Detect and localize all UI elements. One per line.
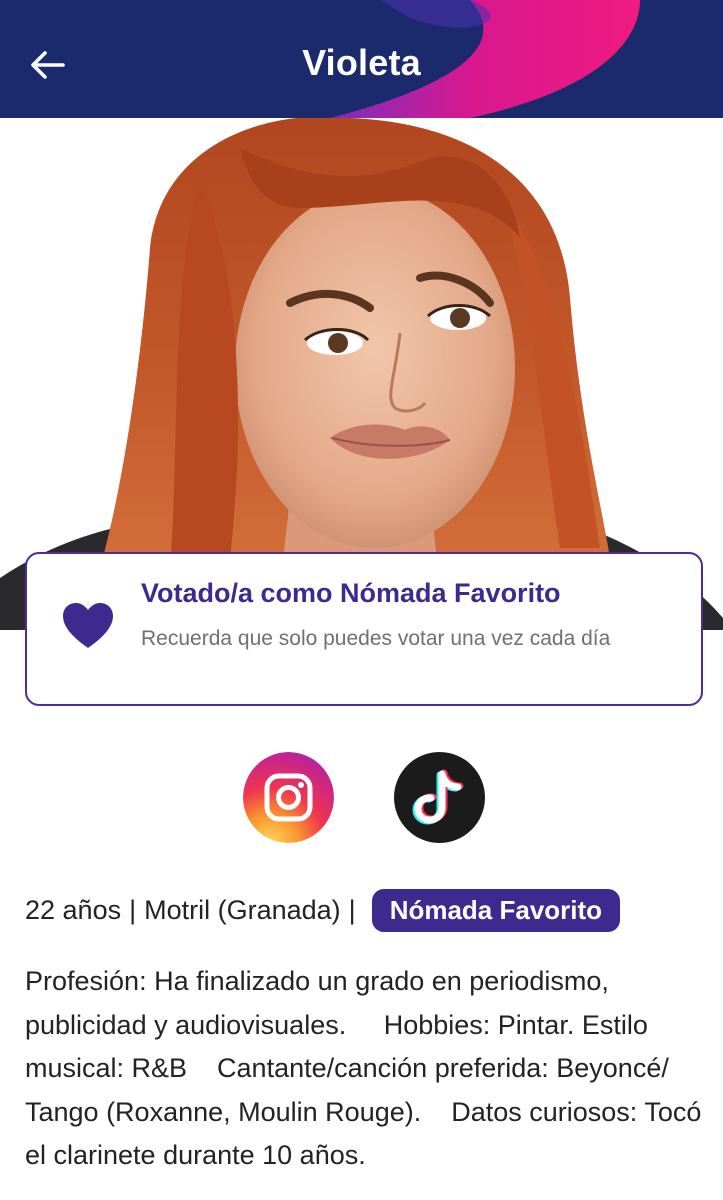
app-header: Violeta [0, 0, 723, 118]
instagram-icon [243, 752, 334, 843]
profile-screen: Violeta Votado/a como Nómada Favorito Re… [0, 0, 723, 1200]
location-text: Motril (Granada) [144, 894, 341, 925]
favorite-badge: Nómada Favorito [371, 888, 621, 932]
profile-info-line: 22 años | Motril (Granada) | Nómada Favo… [25, 888, 621, 932]
vote-subtitle: Recuerda que solo puedes votar una vez c… [141, 627, 611, 650]
instagram-button[interactable] [243, 752, 334, 843]
age-text: 22 años [25, 894, 122, 925]
separator: | [129, 894, 137, 925]
vote-confirmation-card: Votado/a como Nómada Favorito Recuerda q… [25, 552, 703, 706]
page-title: Violeta [302, 42, 421, 83]
tiktok-button[interactable] [394, 752, 485, 843]
separator: | [348, 894, 356, 925]
vote-title: Votado/a como Nómada Favorito [141, 578, 561, 608]
tiktok-icon [412, 769, 464, 825]
profile-bio: Profesión: Ha finalizado un grado en per… [25, 966, 709, 1170]
heart-icon[interactable] [61, 600, 115, 654]
